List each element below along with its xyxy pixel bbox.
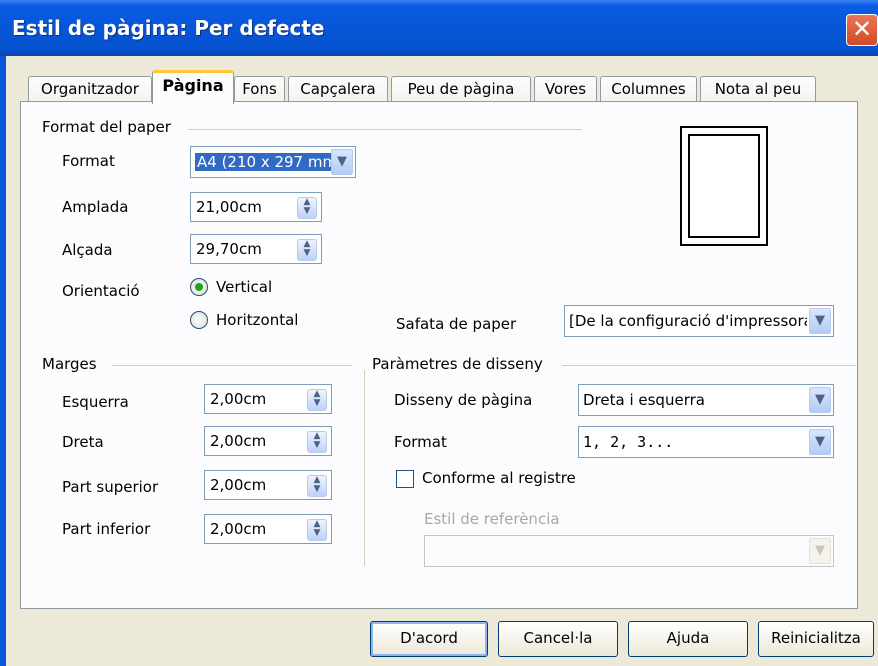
tab-capcalera[interactable]: Capçalera <box>288 76 388 102</box>
stepper-arrows-icon[interactable]: ▲ ▼ <box>307 519 327 541</box>
register-true-checkbox[interactable] <box>396 470 414 488</box>
margin-bottom-stepper[interactable]: 2,00cm ▲ ▼ <box>204 514 332 544</box>
page-style-dialog: Estil de pàgina: Per defecte ✕ Organitza… <box>0 0 878 666</box>
margin-bottom-value: 2,00cm <box>210 520 267 538</box>
paper-tray-label: Safata de paper <box>396 315 517 333</box>
tab-fons[interactable]: Fons <box>234 76 285 102</box>
tab-pagina[interactable]: Pàgina <box>152 70 234 104</box>
paper-tray-value: [De la configuració d'impressora] <box>569 312 807 330</box>
stepper-arrows-icon[interactable]: ▲ ▼ <box>307 431 327 453</box>
title-bar[interactable]: Estil de pàgina: Per defecte ✕ <box>0 0 878 56</box>
margin-bottom-label: Part inferior <box>62 520 151 538</box>
stepper-arrows-icon[interactable]: ▲ ▼ <box>307 389 327 411</box>
tab-peu-de-pagina[interactable]: Peu de pàgina <box>391 76 531 102</box>
margin-right-stepper[interactable]: 2,00cm ▲ ▼ <box>204 426 332 456</box>
height-stepper[interactable]: 29,70cm ▲ ▼ <box>190 234 322 264</box>
width-value: 21,00cm <box>196 198 262 216</box>
margin-top-value: 2,00cm <box>210 476 267 494</box>
format-select-value: A4 (210 x 297 mm) <box>195 153 335 171</box>
height-label: Alçada <box>62 241 113 259</box>
reference-style-select[interactable]: ▼ <box>424 535 834 567</box>
paper-tray-select[interactable]: [De la configuració d'impressora] ▼ <box>564 305 834 337</box>
window-frame <box>0 56 6 666</box>
cancel-button[interactable]: Cancel·la <box>498 621 618 657</box>
dialog-title: Estil de pàgina: Per defecte <box>12 16 325 40</box>
layout-heading: Paràmetres de disseny <box>372 355 543 373</box>
paper-format-heading: Format del paper <box>42 118 171 136</box>
chevron-down-icon[interactable]: ▼ <box>331 149 353 175</box>
tab-organitzador[interactable]: Organitzador <box>28 76 152 102</box>
chevron-down-icon[interactable]: ▼ <box>809 308 831 334</box>
height-value: 29,70cm <box>196 240 262 258</box>
margin-top-stepper[interactable]: 2,00cm ▲ ▼ <box>204 470 332 500</box>
divider <box>188 129 582 130</box>
divider <box>364 370 365 566</box>
reference-style-label: Estil de referència <box>424 510 560 528</box>
page-preview-margin <box>688 134 760 238</box>
close-button[interactable]: ✕ <box>846 14 878 46</box>
page-layout-label: Disseny de pàgina <box>394 391 533 409</box>
numbering-format-label: Format <box>394 433 447 451</box>
divider <box>562 365 856 366</box>
margin-left-stepper[interactable]: 2,00cm ▲ ▼ <box>204 384 332 414</box>
tab-vores[interactable]: Vores <box>534 76 597 102</box>
margin-left-label: Esquerra <box>62 393 129 411</box>
horizontal-radio-label[interactable]: Horitzontal <box>216 311 298 329</box>
register-true-label[interactable]: Conforme al registre <box>422 469 576 487</box>
chevron-down-icon[interactable]: ▼ <box>809 387 831 413</box>
numbering-format-select[interactable]: 1, 2, 3... ▼ <box>578 426 834 458</box>
page-layout-value: Dreta i esquerra <box>583 391 705 409</box>
page-preview <box>680 126 768 246</box>
stepper-arrows-icon[interactable]: ▲ ▼ <box>297 239 317 261</box>
width-stepper[interactable]: 21,00cm ▲ ▼ <box>190 192 322 222</box>
orientation-label: Orientació <box>62 282 140 300</box>
width-label: Amplada <box>62 198 129 216</box>
page-layout-select[interactable]: Dreta i esquerra ▼ <box>578 384 834 416</box>
tab-nota-al-peu[interactable]: Nota al peu <box>700 76 816 102</box>
format-label: Format <box>62 152 115 170</box>
format-select[interactable]: A4 (210 x 297 mm) ▼ <box>190 146 356 178</box>
chevron-down-icon[interactable]: ▼ <box>809 538 831 564</box>
stepper-arrows-icon[interactable]: ▲ ▼ <box>297 197 317 219</box>
margin-top-label: Part superior <box>62 478 159 496</box>
margin-right-label: Dreta <box>62 433 104 451</box>
ok-button[interactable]: D'acord <box>370 621 488 657</box>
margin-left-value: 2,00cm <box>210 390 267 408</box>
divider <box>112 365 352 366</box>
vertical-radio[interactable] <box>190 278 208 296</box>
chevron-down-icon[interactable]: ▼ <box>809 429 831 455</box>
horizontal-radio[interactable] <box>190 311 208 329</box>
stepper-arrows-icon[interactable]: ▲ ▼ <box>307 475 327 497</box>
reset-button[interactable]: Reinicialitza <box>758 621 874 657</box>
numbering-format-value: 1, 2, 3... <box>583 433 674 451</box>
help-button[interactable]: Ajuda <box>628 621 748 657</box>
margins-heading: Marges <box>42 355 97 373</box>
tab-columnes[interactable]: Columnes <box>600 76 697 102</box>
close-icon: ✕ <box>851 15 873 43</box>
margin-right-value: 2,00cm <box>210 432 267 450</box>
vertical-radio-label[interactable]: Vertical <box>216 278 272 296</box>
